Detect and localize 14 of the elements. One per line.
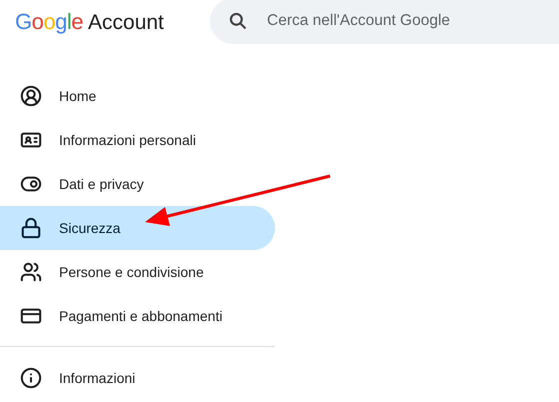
nav-item[interactable]: Persone e condivisione: [0, 250, 275, 294]
nav-item[interactable]: Informazioni: [0, 356, 275, 400]
search-field[interactable]: Cerca nell'Account Google: [210, 0, 559, 44]
people-icon: [20, 261, 42, 283]
nav-item[interactable]: Informazioni personali: [0, 118, 275, 162]
search-icon: [228, 11, 248, 31]
nav-item[interactable]: Dati e privacy: [0, 162, 275, 206]
logo-wordmark: Google: [15, 9, 84, 35]
logo-product-name: Account: [88, 11, 164, 35]
info-icon: [20, 367, 42, 389]
nav-item[interactable]: Pagamenti e abbonamenti: [0, 294, 275, 338]
nav-item[interactable]: Sicurezza: [0, 206, 275, 250]
lock-icon: [20, 217, 42, 239]
nav-item[interactable]: Home: [0, 74, 275, 118]
